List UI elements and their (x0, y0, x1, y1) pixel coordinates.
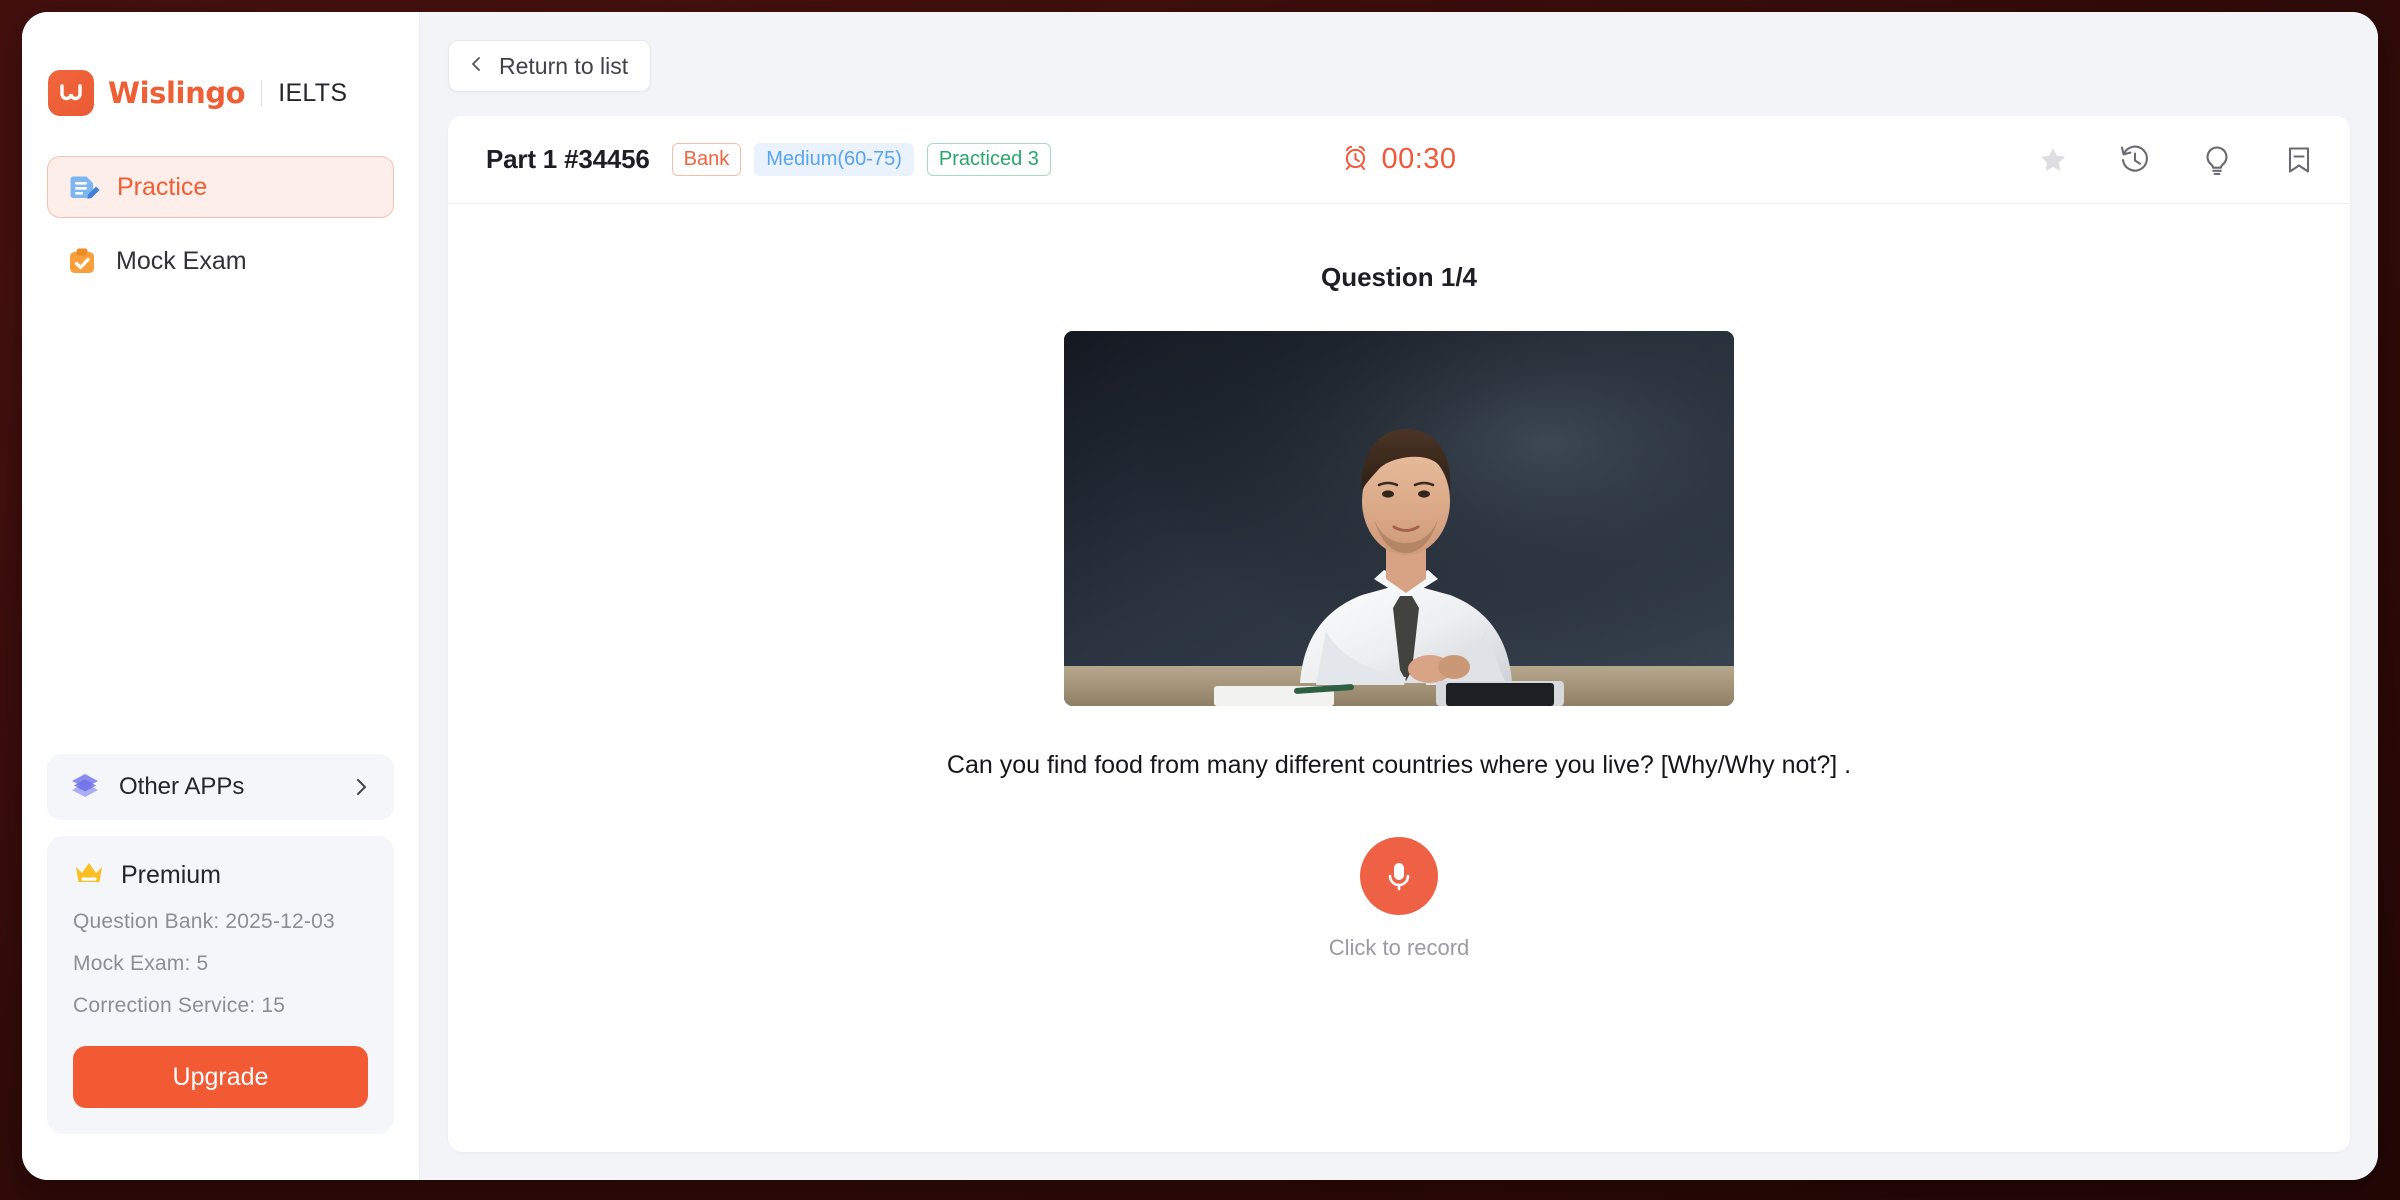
sidebar-item-mock-exam[interactable]: Mock Exam (47, 230, 394, 292)
brand-product: IELTS (278, 78, 348, 107)
history-clock-icon[interactable] (2118, 143, 2152, 177)
alarm-clock-icon (1341, 143, 1369, 176)
sidebar-item-label: Practice (117, 172, 208, 201)
other-apps-label: Other APPs (119, 773, 245, 800)
chevron-left-icon (467, 55, 485, 78)
document-pencil-icon (66, 170, 100, 204)
brand-name: Wislingo (108, 76, 246, 110)
question-header-actions (2036, 143, 2316, 177)
record-button[interactable] (1360, 837, 1438, 915)
wislingo-w-logo-icon (48, 70, 94, 116)
star-icon[interactable] (2036, 143, 2070, 177)
brand-header: Wislingo IELTS (22, 12, 419, 124)
clipboard-check-icon (65, 244, 99, 278)
sidebar-nav: Practice Mock Exam (22, 124, 419, 304)
top-toolbar: Return to list (448, 38, 2350, 94)
layers-icon (69, 770, 103, 804)
sidebar-bottom-padding (22, 1134, 419, 1180)
premium-detail-question-bank: Question Bank: 2025-12-03 (73, 910, 335, 933)
main-content: Return to list Part 1 #34456 Bank Medium… (420, 12, 2378, 1180)
microphone-icon (1380, 856, 1418, 897)
chevron-right-icon (350, 776, 372, 798)
sidebar: Wislingo IELTS Practice Mock Exam Other … (22, 12, 420, 1180)
sidebar-item-label: Mock Exam (116, 246, 247, 275)
question-image (1064, 331, 1734, 706)
bookmark-minus-icon[interactable] (2282, 143, 2316, 177)
upgrade-button[interactable]: Upgrade (73, 1046, 368, 1108)
premium-card: Premium Question Bank: 2025-12-03 Mock E… (47, 836, 394, 1134)
question-prompt: Can you find food from many different co… (946, 751, 1852, 779)
premium-detail-mock-exam: Mock Exam: 5 (73, 952, 209, 975)
desktop-background: Wislingo IELTS Practice Mock Exam Other … (0, 0, 2400, 1200)
record-section: Click to record (1328, 837, 1470, 961)
sidebar-item-practice[interactable]: Practice (47, 156, 394, 218)
other-apps-button[interactable]: Other APPs (47, 754, 394, 820)
lightbulb-icon[interactable] (2200, 143, 2234, 177)
premium-title: Premium (121, 860, 222, 889)
tag-practiced: Practiced 3 (926, 143, 1051, 176)
premium-header: Premium (73, 858, 368, 892)
app-window: Wislingo IELTS Practice Mock Exam Other … (22, 12, 2378, 1180)
tag-difficulty: Medium(60-75) (754, 143, 914, 176)
crown-icon (73, 858, 107, 892)
question-card-header: Part 1 #34456 Bank Medium(60-75) Practic… (448, 116, 2350, 204)
question-body: Question 1/4 Can you find food from many… (448, 204, 2350, 1152)
question-card: Part 1 #34456 Bank Medium(60-75) Practic… (448, 116, 2350, 1152)
record-hint: Click to record (1328, 935, 1470, 960)
question-index: Question 1/4 (1320, 262, 1478, 292)
tag-bank: Bank (671, 143, 742, 176)
timer-value: 00:30 (1381, 143, 1457, 175)
return-to-list-label: Return to list (499, 52, 629, 79)
countdown-timer: 00:30 (1341, 143, 1456, 176)
brand-divider (261, 80, 263, 106)
premium-detail-correction-service: Correction Service: 15 (73, 994, 286, 1017)
return-to-list-button[interactable]: Return to list (448, 40, 652, 92)
question-title: Part 1 #34456 (486, 144, 650, 174)
question-tags: Bank Medium(60-75) Practiced 3 (671, 143, 1051, 176)
